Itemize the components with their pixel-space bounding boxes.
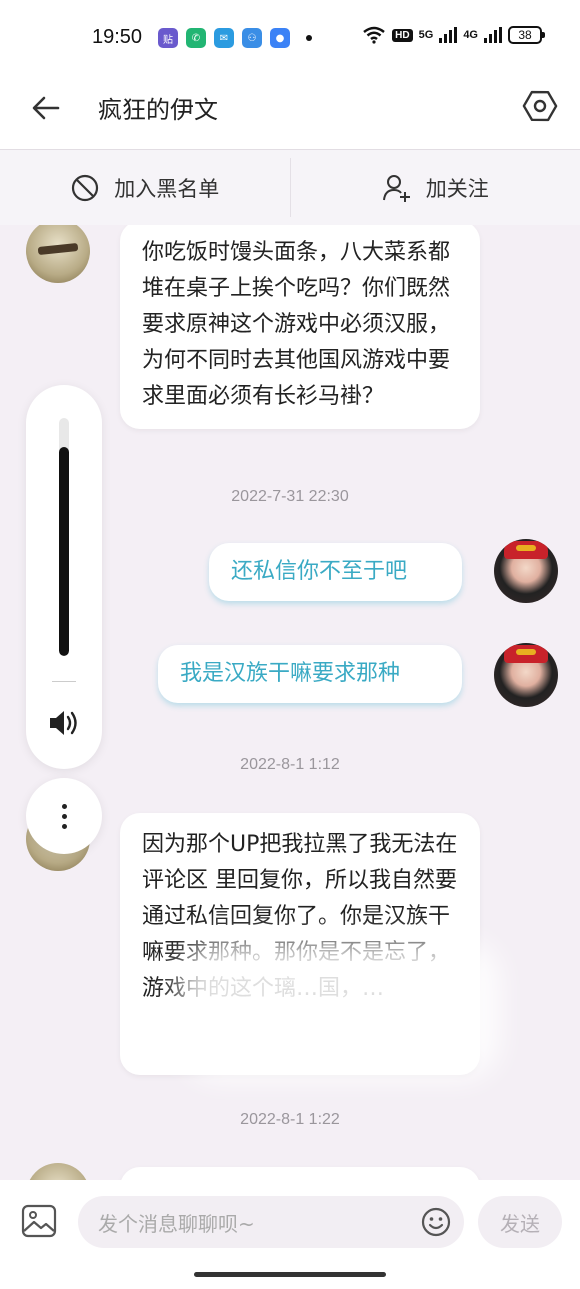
redaction-blur [180,940,500,1080]
avatar[interactable] [494,539,558,603]
dot [61,823,67,829]
avatar[interactable] [26,225,90,283]
block-label: 加入黑名单 [114,176,220,201]
status-indicators: HD 5G 4G 38 [362,26,545,44]
follow-button[interactable]: 加关注 [291,150,580,225]
message-bubble-received [120,1167,480,1180]
volume-slider[interactable] [26,385,102,769]
page-title: 疯狂的伊文 [98,96,218,124]
message-bubble-sent: 还私信你不至于吧 [209,543,462,601]
status-bar: 19:50 贴 ✆ ✉ ⚇ ● HD 5G 4G 38 [0,0,580,76]
emoji-icon[interactable] [420,1206,452,1238]
timestamp: 2022-8-1 1:22 [240,1111,340,1128]
divider [52,681,76,682]
settings-icon[interactable] [520,86,560,126]
phone-icon: ✆ [186,28,206,48]
block-icon [72,174,99,201]
action-bar: 加入黑名单 加关注 [0,150,580,225]
message-bubble-received: 你吃饭时馒头面条，八大菜系都堆在桌子上挨个吃吗？你们既然要求原神这个游戏中必须汉… [120,225,480,429]
message-bubble-sent: 我是汉族干嘛要求那种 [158,645,462,703]
wifi-icon [363,26,385,44]
dot [61,813,67,819]
send-button[interactable]: 发送 [478,1196,562,1248]
avatar[interactable] [494,643,558,707]
volume-track[interactable] [59,418,69,656]
signal-5g: 5G [418,29,434,41]
more-options-button[interactable] [26,778,102,854]
volume-fill [59,446,69,656]
image-icon[interactable] [20,1202,58,1240]
status-time: 19:50 [92,26,143,48]
avatar[interactable] [26,1163,90,1180]
chat-app-icon: ● [270,28,290,48]
more-notifications-dot [306,35,312,41]
app-notification-icon: 贴 [158,28,178,48]
home-indicator[interactable] [194,1272,386,1277]
message-icon: ✉ [214,28,234,48]
battery-indicator: 38 [508,26,545,44]
follow-label: 加关注 [425,176,489,201]
dot [61,803,67,809]
block-button[interactable]: 加入黑名单 [0,150,290,225]
chat-header: 疯狂的伊文 [0,76,580,150]
signal-4g: 4G [463,29,478,41]
speaker-icon[interactable] [44,703,84,743]
input-placeholder: 发个消息聊聊呗~ [98,1211,255,1236]
message-input[interactable]: 发个消息聊聊呗~ [78,1196,464,1248]
battery-level: 38 [518,28,532,42]
signal-bars-icon [439,27,458,43]
hd-badge: HD [392,28,413,42]
notification-icons: 贴 ✆ ✉ ⚇ ● [158,28,312,48]
back-arrow-icon[interactable] [28,90,64,126]
add-user-icon [382,174,410,202]
app-notification-icon: ⚇ [242,28,262,48]
signal-bars-icon [484,27,502,43]
